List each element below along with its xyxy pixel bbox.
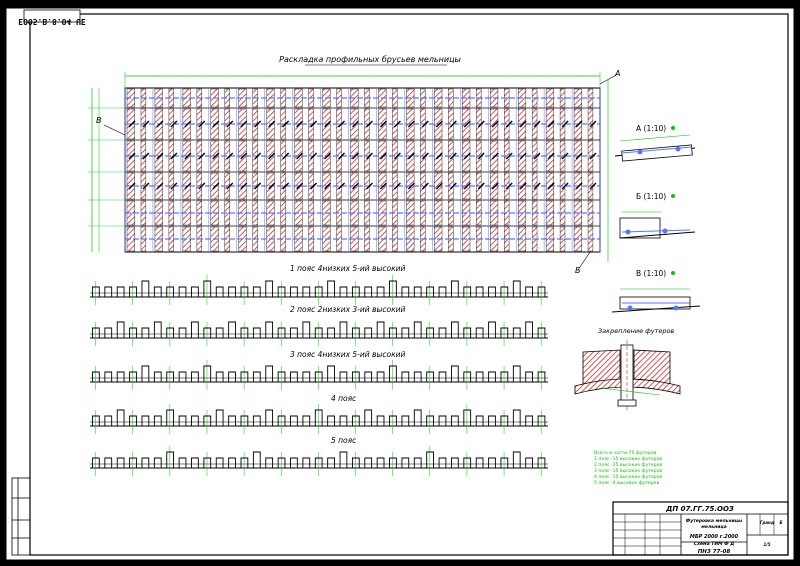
tb-code: ДП 07.ГГ.75.ООЗ: [665, 505, 734, 513]
belt-1-title: 1 пояс 4низких 5-ий высокий: [290, 264, 406, 273]
tb-org-1: МБР 2000 г.2000: [690, 534, 739, 540]
tb-sheet-of: 1/5: [763, 542, 770, 547]
mirror-code-text: EOO5.B.8.O4 UE: [18, 17, 86, 26]
tb-org-2: Схема ТИМ Ф Д: [694, 541, 734, 547]
note-5: 5 пояс -4 высоких футеров: [594, 480, 659, 486]
note-0: Всего в части 75 футеров: [594, 450, 657, 456]
label-v: В: [96, 116, 102, 125]
belt-4-title: 4 пояс: [331, 394, 357, 403]
tb-sheet: Б: [779, 520, 782, 525]
main-title: Раскладка профильных брусьев мельницы: [279, 55, 461, 64]
note-2: 2 пояс -25 высоких футеров: [594, 462, 662, 468]
belt-2-title: 2 пояс 2низких 3-ий высокий: [290, 305, 406, 314]
belt-5-title: 5 пояс: [331, 436, 357, 445]
tb-group: ПНЗ 77-08: [698, 549, 731, 555]
detail-a-title: А (1:10): [636, 124, 666, 133]
grid-frame: [124, 87, 601, 253]
note-4: 4 пояс -10 высоких футеров: [594, 474, 662, 480]
liner-grid: [124, 87, 601, 253]
detail-v-title: В (1:10): [636, 269, 666, 278]
note-1: 1 пояс -15 высоких футеров: [594, 456, 662, 462]
mirror-code: EOO5.B.8.O4 UE: [18, 9, 86, 26]
drawing-sheet: EOO5.B.8.O4 UE Раскладка профильных брус…: [5, 7, 795, 561]
tb-mass: Гранд: [760, 520, 774, 525]
tb-name-1: Футеровка мельницы: [686, 518, 742, 524]
label-b: Б: [575, 266, 581, 275]
detail-b-title: Б (1:10): [636, 192, 666, 201]
tb-name-2: мельница: [701, 525, 727, 530]
note-3: 3 пояс -15 высоких футеров: [594, 468, 662, 474]
label-a: А: [614, 69, 620, 78]
belt-3-title: 3 пояс 4низких 5-ий высокий: [290, 350, 406, 359]
main-view: Раскладка профильных брусьев мельницы А …: [88, 55, 620, 275]
fastening-title: Закрепление футеров: [598, 327, 674, 335]
